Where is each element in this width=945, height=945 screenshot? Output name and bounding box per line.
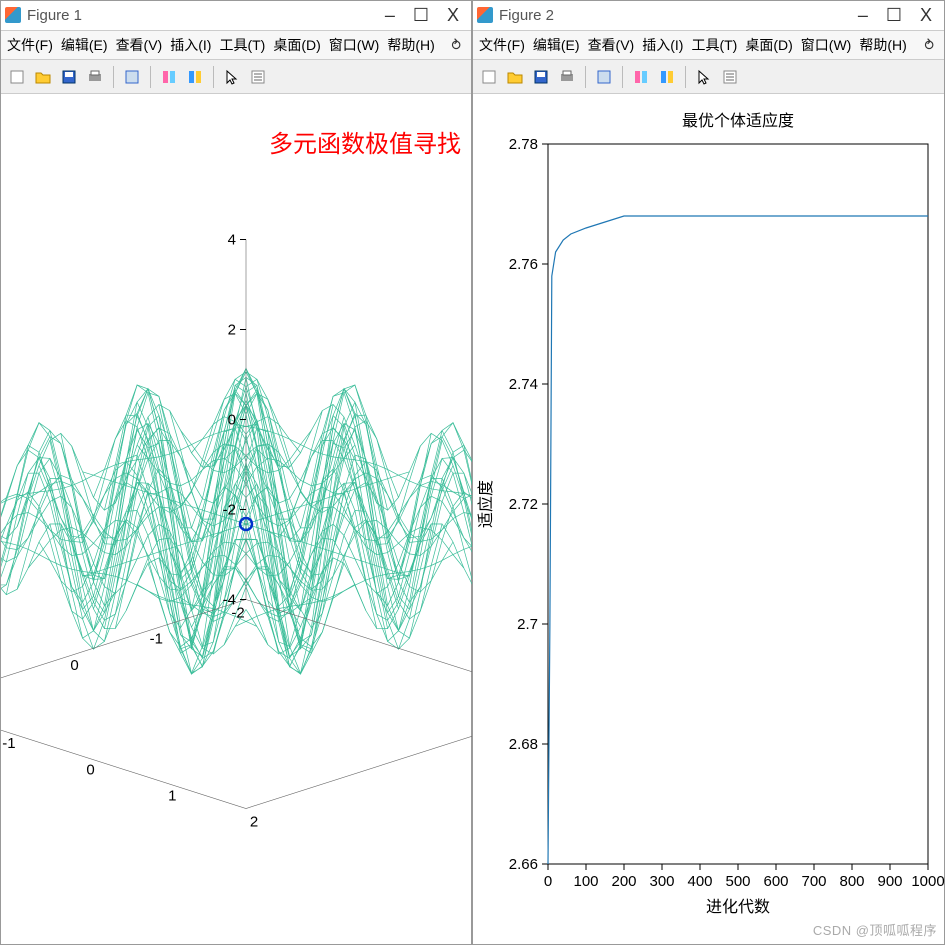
svg-text:0: 0: [70, 657, 78, 674]
svg-text:-1: -1: [2, 735, 15, 752]
new-figure-icon[interactable]: [5, 65, 29, 89]
svg-text:2.7: 2.7: [517, 616, 538, 633]
matlab-icon: [5, 7, 21, 23]
svg-text:2.78: 2.78: [509, 136, 538, 153]
minimize-icon[interactable]: –: [858, 5, 868, 26]
dock-icon[interactable]: ⥁: [451, 37, 465, 54]
menu-edit[interactable]: 编辑(E): [533, 35, 580, 55]
svg-text:-2: -2: [223, 502, 236, 519]
svg-text:4: 4: [228, 232, 236, 249]
svg-text:100: 100: [573, 873, 598, 890]
toolbar-2: [473, 60, 944, 94]
svg-text:400: 400: [687, 873, 712, 890]
menu-desktop[interactable]: 桌面(D): [273, 35, 320, 55]
data-cursor-icon[interactable]: [120, 65, 144, 89]
maximize-icon[interactable]: ☐: [886, 5, 902, 26]
figure-window-1: Figure 1 – ☐ X 文件(F) 编辑(E) 查看(V) 插入(I) 工…: [0, 0, 472, 945]
new-figure-icon[interactable]: [477, 65, 501, 89]
svg-text:0: 0: [228, 412, 236, 429]
close-icon[interactable]: X: [920, 5, 932, 26]
svg-text:2: 2: [250, 814, 258, 831]
menu-tools[interactable]: 工具(T): [219, 35, 265, 55]
toolbar-1: [1, 60, 471, 94]
open-icon[interactable]: [503, 65, 527, 89]
svg-text:2.72: 2.72: [509, 496, 538, 513]
svg-text:最优个体适应度: 最优个体适应度: [682, 111, 794, 130]
svg-text:700: 700: [801, 873, 826, 890]
menu-window[interactable]: 窗口(W): [801, 35, 852, 55]
menu-desktop[interactable]: 桌面(D): [745, 35, 792, 55]
link-icon[interactable]: [629, 65, 653, 89]
menu-window[interactable]: 窗口(W): [329, 35, 380, 55]
svg-text:-1: -1: [150, 631, 163, 648]
data-cursor-icon[interactable]: [592, 65, 616, 89]
svg-text:-2: -2: [231, 605, 244, 622]
svg-text:2.76: 2.76: [509, 256, 538, 273]
svg-text:600: 600: [763, 873, 788, 890]
window-title-2: Figure 2: [499, 7, 858, 24]
menu-view[interactable]: 查看(V): [588, 35, 635, 55]
insert-legend-icon[interactable]: [246, 65, 270, 89]
svg-text:300: 300: [649, 873, 674, 890]
menu-insert[interactable]: 插入(I): [170, 35, 211, 55]
svg-text:适应度: 适应度: [476, 480, 495, 528]
maximize-icon[interactable]: ☐: [413, 5, 429, 26]
line-plot: 0 100 200 300 400 500 600 700 800 900 1000 2.66 2.68…: [473, 94, 945, 944]
colorbar-icon[interactable]: [183, 65, 207, 89]
svg-text:900: 900: [877, 873, 902, 890]
svg-text:0: 0: [86, 761, 94, 778]
menu-view[interactable]: 查看(V): [116, 35, 163, 55]
figure-window-2: Figure 2 – ☐ X 文件(F) 编辑(E) 查看(V) 插入(I) 工…: [472, 0, 945, 945]
open-icon[interactable]: [31, 65, 55, 89]
menu-tools[interactable]: 工具(T): [691, 35, 737, 55]
svg-text:2.68: 2.68: [509, 736, 538, 753]
save-icon[interactable]: [529, 65, 553, 89]
svg-text:200: 200: [611, 873, 636, 890]
svg-text:2.74: 2.74: [509, 376, 538, 393]
menu-help[interactable]: 帮助(H): [387, 35, 434, 55]
insert-legend-icon[interactable]: [718, 65, 742, 89]
save-icon[interactable]: [57, 65, 81, 89]
menu-file[interactable]: 文件(F): [7, 35, 53, 55]
dock-icon[interactable]: ⥁: [924, 37, 938, 54]
svg-text:0: 0: [544, 873, 552, 890]
titlebar-2[interactable]: Figure 2 – ☐ X: [473, 1, 944, 31]
close-icon[interactable]: X: [447, 5, 459, 26]
svg-text:500: 500: [725, 873, 750, 890]
print-icon[interactable]: [555, 65, 579, 89]
titlebar-1[interactable]: Figure 1 – ☐ X: [1, 1, 471, 31]
window-title-1: Figure 1: [27, 7, 385, 24]
menu-edit[interactable]: 编辑(E): [61, 35, 108, 55]
pointer-icon[interactable]: [220, 65, 244, 89]
annotation-text: 多元函数极值寻找: [269, 124, 461, 159]
menu-help[interactable]: 帮助(H): [859, 35, 906, 55]
colorbar-icon[interactable]: [655, 65, 679, 89]
svg-text:1000: 1000: [911, 873, 944, 890]
print-icon[interactable]: [83, 65, 107, 89]
svg-text:1: 1: [168, 787, 176, 804]
svg-text:2: 2: [228, 322, 236, 339]
menu-file[interactable]: 文件(F): [479, 35, 525, 55]
plot-area-3d[interactable]: 多元函数极值寻找 -4-2024-2-1012-2-1012: [1, 94, 471, 944]
menubar-1: 文件(F) 编辑(E) 查看(V) 插入(I) 工具(T) 桌面(D) 窗口(W…: [1, 31, 471, 61]
plot-area-2d[interactable]: 0 100 200 300 400 500 600 700 800 900 1000 2.66 2.68…: [473, 94, 944, 944]
watermark: CSDN @顶呱呱程序: [813, 920, 937, 939]
link-icon[interactable]: [157, 65, 181, 89]
pointer-icon[interactable]: [692, 65, 716, 89]
matlab-icon: [477, 7, 493, 23]
surface-plot: -4-2024-2-1012-2-1012: [1, 94, 473, 944]
minimize-icon[interactable]: –: [385, 5, 395, 26]
svg-text:2.66: 2.66: [509, 856, 538, 873]
svg-text:800: 800: [839, 873, 864, 890]
menubar-2: 文件(F) 编辑(E) 查看(V) 插入(I) 工具(T) 桌面(D) 窗口(W…: [473, 31, 944, 61]
menu-insert[interactable]: 插入(I): [642, 35, 683, 55]
svg-text:进化代数: 进化代数: [706, 898, 770, 916]
